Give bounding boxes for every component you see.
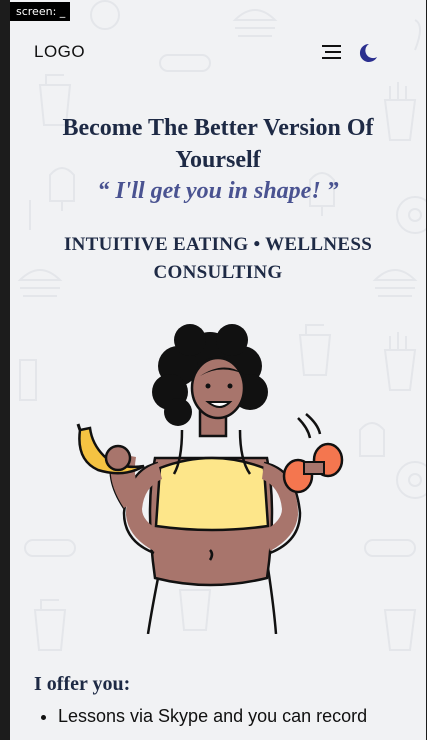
- offer-list-item: Lessons via Skype and you can record: [58, 702, 398, 730]
- fitness-woman-illustration: [76, 324, 344, 634]
- screen-label: screen: _: [10, 2, 70, 21]
- hero-section: Become The Better Version Of Yourself “ …: [10, 112, 426, 287]
- hamburger-menu-icon[interactable]: [322, 44, 342, 62]
- moon-icon[interactable]: [356, 42, 378, 64]
- hero-quote: “ I'll get you in shape! ”: [97, 178, 339, 204]
- offer-list: Lessons via Skype and you can record: [34, 702, 398, 730]
- top-navigation-bar: LOGO: [10, 32, 426, 72]
- page-frame: LOGO Become The Better Version Of Yourse…: [10, 0, 426, 740]
- offer-heading: I offer you:: [34, 672, 131, 695]
- hero-title: Become The Better Version Of Yourself: [62, 115, 374, 173]
- hero-tagline: INTUITIVE EATING • WELLNESS CONSULTING: [63, 234, 373, 283]
- logo[interactable]: LOGO: [34, 42, 85, 62]
